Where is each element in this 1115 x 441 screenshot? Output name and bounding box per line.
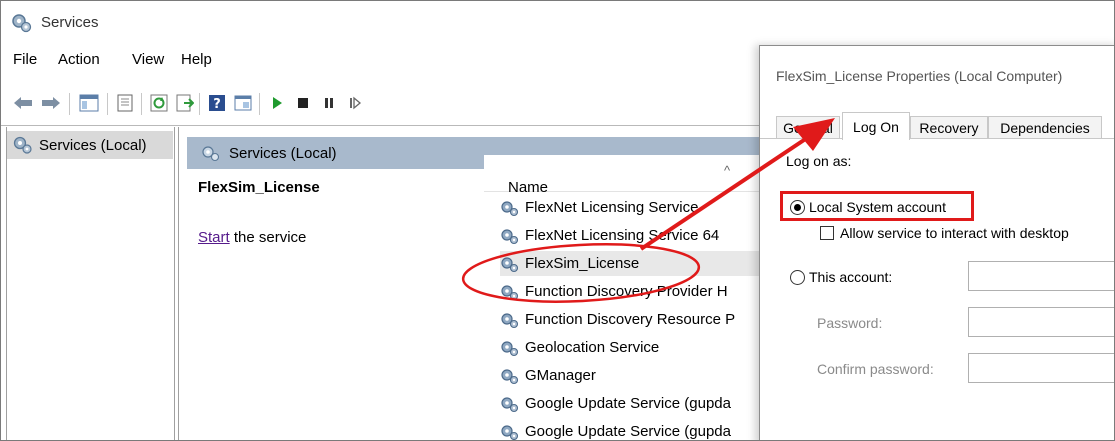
- service-gear-icon: [501, 200, 519, 216]
- start-icon[interactable]: [265, 91, 289, 115]
- highlight-box: [780, 191, 974, 221]
- forward-arrow-icon[interactable]: [39, 91, 63, 115]
- tree-item-label: Services (Local): [39, 136, 147, 154]
- menu-action[interactable]: Action: [58, 51, 100, 68]
- this-account-label: This account:: [809, 269, 893, 285]
- table-row[interactable]: Google Update Service (gupda: [500, 419, 790, 440]
- table-row[interactable]: GManager: [500, 363, 790, 388]
- service-name: FlexNet Licensing Service: [525, 199, 699, 216]
- service-gear-icon: [501, 424, 519, 440]
- service-gear-icon: [501, 284, 519, 300]
- table-row[interactable]: Function Discovery Resource P: [500, 307, 790, 332]
- table-row[interactable]: FlexNet Licensing Service: [500, 195, 790, 220]
- stop-icon[interactable]: [291, 91, 315, 115]
- services-window: Services File Action View Help ? Service…: [0, 0, 1115, 441]
- service-name: Function Discovery Provider H: [525, 283, 728, 300]
- account-input[interactable]: [968, 261, 1114, 291]
- selected-service-title: FlexSim_License: [198, 179, 320, 196]
- service-gear-icon: [501, 396, 519, 412]
- tab-general[interactable]: General: [776, 116, 840, 139]
- allow-interact-checkbox[interactable]: [820, 226, 834, 240]
- service-gear-icon: [501, 368, 519, 384]
- menu-help[interactable]: Help: [181, 51, 212, 68]
- password-label: Password:: [817, 315, 883, 331]
- view-icon[interactable]: [231, 91, 255, 115]
- panel-header-label: Services (Local): [229, 144, 337, 162]
- export-list-icon[interactable]: [173, 91, 197, 115]
- svg-text:?: ?: [213, 97, 221, 112]
- service-gear-icon: [501, 256, 519, 272]
- console-tree: Services (Local): [6, 127, 175, 440]
- start-service-link[interactable]: Start: [198, 229, 230, 246]
- service-action: Start the service: [198, 229, 306, 246]
- service-name: Google Update Service (gupda: [525, 395, 731, 412]
- this-account-radio[interactable]: [790, 269, 805, 285]
- table-row[interactable]: Google Update Service (gupda: [500, 391, 790, 416]
- gear-icon: [202, 146, 220, 162]
- allow-interact-label: Allow service to interact with desktop: [840, 225, 1069, 241]
- column-name-header[interactable]: Name: [508, 179, 548, 196]
- pause-icon[interactable]: [317, 91, 341, 115]
- service-gear-icon: [501, 312, 519, 328]
- confirm-password-label: Confirm password:: [817, 361, 934, 377]
- service-gear-icon: [501, 340, 519, 356]
- gear-icon: [12, 14, 32, 33]
- service-action-text: the service: [229, 229, 307, 246]
- window-title: Services: [41, 14, 99, 31]
- logon-as-label: Log on as:: [786, 153, 852, 169]
- table-row[interactable]: FlexNet Licensing Service 64: [500, 223, 790, 248]
- services-panel: Services (Local) FlexSim_License Start t…: [178, 127, 790, 440]
- service-name: Function Discovery Resource P: [525, 311, 736, 328]
- refresh-icon[interactable]: [147, 91, 171, 115]
- tab-log-on[interactable]: Log On: [842, 112, 910, 140]
- help-icon[interactable]: ?: [205, 91, 229, 115]
- sort-caret-icon[interactable]: ^: [724, 163, 730, 178]
- service-name: GManager: [525, 367, 596, 384]
- service-gear-icon: [501, 228, 519, 244]
- properties-icon[interactable]: [113, 91, 137, 115]
- this-account-option[interactable]: This account:: [790, 269, 892, 285]
- service-name: Google Update Service (gupda: [525, 423, 731, 440]
- toolbar: ?: [1, 91, 761, 121]
- service-name: Geolocation Service: [525, 339, 660, 356]
- logon-tab-body: Log on as: Local System account Allow se…: [760, 138, 1114, 440]
- title-bar: Services: [1, 1, 1114, 45]
- dialog-tabs: General Log On Recovery Dependencies: [760, 112, 1114, 140]
- tree-item-services-local[interactable]: Services (Local): [7, 131, 173, 159]
- services-list: ^ Name FlexNet Licensing Service FlexNet …: [484, 155, 790, 440]
- back-arrow-icon[interactable]: [11, 91, 35, 115]
- password-input[interactable]: [968, 307, 1114, 337]
- list-header: ^ Name: [484, 155, 774, 196]
- gear-icon: [13, 136, 32, 154]
- menu-file[interactable]: File: [13, 51, 37, 68]
- tab-dependencies[interactable]: Dependencies: [988, 116, 1102, 139]
- show-console-tree-icon[interactable]: [77, 91, 101, 115]
- confirm-password-input[interactable]: [968, 353, 1114, 383]
- menu-view[interactable]: View: [132, 51, 164, 68]
- table-row[interactable]: Geolocation Service: [500, 335, 790, 360]
- tab-recovery[interactable]: Recovery: [910, 116, 988, 139]
- service-name: FlexNet Licensing Service 64: [525, 227, 720, 244]
- service-name: FlexSim_License: [525, 255, 640, 272]
- resume-icon[interactable]: [343, 91, 367, 115]
- table-row[interactable]: FlexSim_License: [500, 251, 790, 276]
- properties-dialog: FlexSim_License Properties (Local Comput…: [759, 45, 1114, 440]
- table-row[interactable]: Function Discovery Provider H: [500, 279, 790, 304]
- dialog-title: FlexSim_License Properties (Local Comput…: [776, 68, 1063, 84]
- allow-interact-option[interactable]: Allow service to interact with desktop: [820, 225, 1069, 241]
